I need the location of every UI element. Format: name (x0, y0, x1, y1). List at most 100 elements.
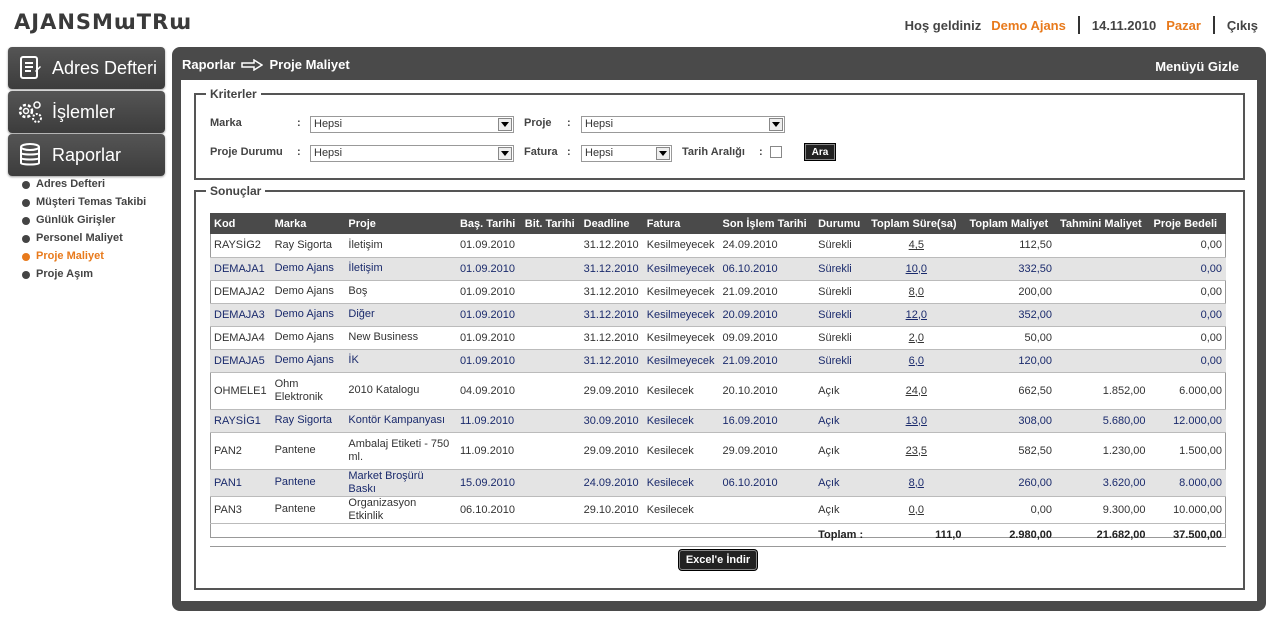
submenu-musteri-temas-takibi[interactable]: Müşteri Temas Takibi (22, 196, 162, 209)
table-row[interactable]: PAN1 Pantene Market Broşürü Baskı 15.09.201… (210, 469, 1226, 497)
chevron-down-icon[interactable] (498, 147, 512, 160)
database-icon (16, 141, 44, 169)
chevron-down-icon[interactable] (498, 118, 512, 131)
app-logo[interactable]: AJANSMɯTRɯ (14, 10, 192, 34)
table-cell[interactable]: 8,0 (867, 469, 966, 497)
table-cell: 662,50 (965, 372, 1057, 410)
table-row[interactable]: DEMAJA1 Demo Ajans İletişim 01.09.2010 31.12… (210, 257, 1226, 281)
column-header[interactable]: Tahmini Maliyet (1056, 213, 1150, 234)
table-cell: DEMAJA1 (210, 257, 271, 281)
column-header[interactable]: Baş. Tarihi (455, 213, 521, 234)
table-cell: DEMAJA5 (210, 349, 271, 373)
table-cell[interactable]: 23,5 (867, 432, 966, 470)
tarih-araligi-checkbox[interactable] (770, 146, 782, 158)
table-cell: Demo Ajans (270, 280, 345, 304)
table-cell: 16.09.2010 (718, 409, 815, 433)
column-header[interactable]: Kod (210, 213, 271, 234)
column-header[interactable]: Fatura (642, 213, 719, 234)
breadcrumb-current: Proje Maliyet (269, 57, 350, 72)
table-cell: 21.09.2010 (718, 280, 815, 304)
chevron-down-icon[interactable] (769, 118, 783, 131)
table-body: RAYSİG2 Ray Sigorta İletişim 01.09.2010 31.1… (210, 234, 1226, 547)
menu-hide-button[interactable]: Menüyü Gizle (1155, 59, 1239, 74)
column-header[interactable]: Proje Bedeli (1149, 213, 1226, 234)
table-row[interactable]: PAN3 Pantene Organizasyon Etkinlik 06.10.20… (210, 496, 1226, 524)
nav-islemler-button[interactable]: İşlemler (8, 91, 165, 133)
column-header[interactable]: Bit. Tarihi (520, 213, 580, 234)
hours-link[interactable]: 12,0 (906, 309, 927, 321)
hours-link[interactable]: 23,5 (906, 445, 927, 457)
column-header[interactable]: Marka (270, 213, 345, 234)
table-cell (520, 469, 580, 497)
table-cell (520, 432, 580, 470)
submenu-proje-asim[interactable]: Proje Aşım (22, 268, 162, 281)
table-cell: 1.230,00 (1056, 432, 1150, 470)
table-cell[interactable]: 24,0 (867, 372, 966, 410)
table-cell: Pantene (270, 496, 345, 524)
nav-raporlar-button[interactable]: Raporlar (8, 134, 165, 176)
breadcrumb-parent[interactable]: Raporlar (182, 57, 235, 72)
search-button[interactable]: Ara (805, 144, 835, 160)
chevron-down-icon[interactable] (656, 147, 670, 160)
current-day: Pazar (1166, 17, 1201, 33)
table-row[interactable]: RAYSİG2 Ray Sigorta İletişim 01.09.2010 31.1… (210, 234, 1226, 258)
table-cell: Ambalaj Etiketi - 750 ml. (344, 432, 456, 470)
table-cell[interactable]: 0,0 (867, 496, 966, 524)
hours-link[interactable]: 6,0 (909, 355, 924, 367)
table-cell: Ray Sigorta (270, 234, 345, 258)
table-cell: 21.09.2010 (718, 349, 815, 373)
hours-link[interactable]: 4,5 (909, 239, 924, 251)
proje-durumu-select[interactable]: Hepsi (310, 145, 514, 162)
table-row[interactable]: RAYSİG1 Ray Sigorta Kontör Kampanyası 11.09… (210, 409, 1226, 433)
table-row[interactable]: PAN2 Pantene Ambalaj Etiketi - 750 ml. 11.0… (210, 432, 1226, 470)
submenu-proje-maliyet[interactable]: Proje Maliyet (22, 250, 162, 263)
column-header[interactable]: Proje (344, 213, 456, 234)
nav-adres-defteri-button[interactable]: Adres Defteri (8, 47, 165, 89)
colon: : (297, 146, 301, 158)
logout-link[interactable]: Çıkış (1227, 18, 1258, 33)
table-row[interactable]: DEMAJA2 Demo Ajans Boş 01.09.2010 31.12.2010… (210, 280, 1226, 304)
table-cell[interactable]: 12,0 (867, 303, 966, 327)
hours-link[interactable]: 10,0 (906, 263, 927, 275)
table-cell[interactable]: 4,5 (867, 234, 966, 258)
column-header[interactable]: Toplam Süre(sa) (867, 213, 966, 234)
excel-download-button[interactable]: Excel'e İndir (679, 550, 757, 570)
table-cell: 0,00 (965, 496, 1057, 524)
table-row[interactable]: OHMELE1 Ohm Elektronik 2010 Katalogu 04.09.… (210, 372, 1226, 410)
column-header[interactable]: Toplam Maliyet (965, 213, 1057, 234)
marka-select[interactable]: Hepsi (310, 116, 514, 133)
table-cell[interactable]: 10,0 (867, 257, 966, 281)
marka-select-value: Hepsi (314, 118, 343, 130)
table-cell[interactable]: 13,0 (867, 409, 966, 433)
proje-select[interactable]: Hepsi (581, 116, 785, 133)
table-cell: 1.852,00 (1056, 372, 1150, 410)
submenu-personel-maliyet[interactable]: Personel Maliyet (22, 232, 162, 245)
table-cell[interactable]: 6,0 (867, 349, 966, 373)
table-cell: 24.09.2010 (718, 234, 815, 258)
table-row[interactable]: DEMAJA3 Demo Ajans Diğer 01.09.2010 31.12.20… (210, 303, 1226, 327)
table-cell: Kesilmeyecek (642, 349, 719, 373)
hours-link[interactable]: 24,0 (906, 385, 927, 397)
column-header[interactable]: Durumu (814, 213, 868, 234)
table-cell: Organizasyon Etkinlik (344, 496, 456, 524)
table-cell: Açık (814, 469, 868, 497)
submenu-adres-defteri[interactable]: Adres Defteri (22, 178, 162, 191)
hours-link[interactable]: 13,0 (906, 415, 927, 427)
submenu-gunluk-girisler[interactable]: Günlük Girişler (22, 214, 162, 227)
fatura-select[interactable]: Hepsi (581, 145, 672, 162)
column-header[interactable]: Deadline (579, 213, 643, 234)
table-cell[interactable]: 8,0 (867, 280, 966, 304)
table-cell: İletişim (344, 257, 456, 281)
hours-link[interactable]: 0,0 (909, 504, 924, 516)
hours-link[interactable]: 2,0 (909, 332, 924, 344)
table-cell[interactable]: 2,0 (867, 326, 966, 350)
table-row[interactable]: DEMAJA4 Demo Ajans New Business 01.09.2010 3… (210, 326, 1226, 350)
column-header[interactable]: Son İşlem Tarihi (718, 213, 815, 234)
hours-link[interactable]: 8,0 (909, 477, 924, 489)
table-cell: Kesilmeyecek (642, 326, 719, 350)
table-row[interactable]: DEMAJA5 Demo Ajans İK 01.09.2010 31.12.2010 K… (210, 349, 1226, 373)
hours-link[interactable]: 8,0 (909, 286, 924, 298)
table-cell: 29.09.2010 (579, 372, 643, 410)
table-cell: Sürekli (814, 349, 868, 373)
user-name[interactable]: Demo Ajans (991, 18, 1066, 33)
